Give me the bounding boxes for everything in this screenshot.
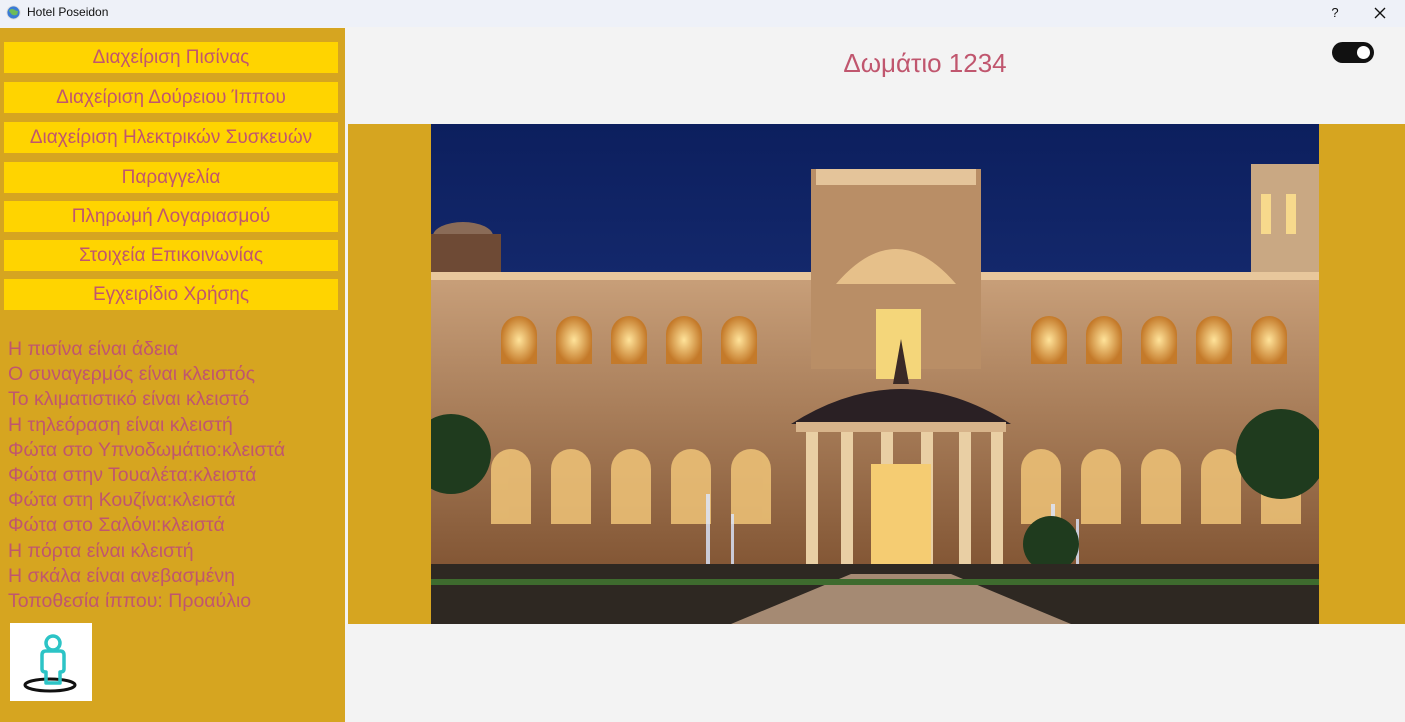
sidebar: Διαχείριση Πισίνας Διαχείριση Δούρειου Ί… <box>0 28 345 722</box>
hotel-palace-night-photo <box>431 124 1319 624</box>
status-list: Η πισίνα είναι άδεια Ο συναγερμός είναι … <box>8 337 338 614</box>
window-title: Hotel Poseidon <box>27 5 109 19</box>
trojan-horse-management-button[interactable]: Διαχείριση Δούρειου Ίππου <box>4 82 338 113</box>
title-bar: Hotel Poseidon ? <box>0 0 1405 27</box>
close-icon[interactable] <box>1365 0 1395 27</box>
status-bedroom-lights: Φώτα στο Υπνοδωμάτιο:κλειστά <box>8 438 286 461</box>
toggle-switch[interactable] <box>1332 42 1374 63</box>
status-toilet-lights: Φώτα στην Τουαλέτα:κλειστά <box>8 463 257 486</box>
toggle-knob <box>1357 46 1370 59</box>
hero-band <box>348 124 1405 624</box>
status-ac: Το κλιματιστικό είναι κλειστό <box>8 388 250 411</box>
app-globe-icon <box>6 5 21 20</box>
order-button[interactable]: Παραγγελία <box>4 162 338 193</box>
main-panel: Δωμάτιο 1234 <box>345 28 1405 722</box>
status-ladder: Η σκάλα είναι ανεβασμένη <box>8 564 236 587</box>
status-pool: Η πισίνα είναι άδεια <box>8 338 179 360</box>
user-manual-button[interactable]: Εγχειρίδιο Χρήσης <box>4 279 338 310</box>
status-door: Η πόρτα είναι κλειστή <box>8 539 194 562</box>
status-horse-location: Τοποθεσία ίππου: Προαύλιο <box>8 589 252 612</box>
user-location-tile[interactable] <box>10 623 92 701</box>
person-location-icon <box>23 634 77 693</box>
bill-payment-button[interactable]: Πληρωμή Λογαριασμού <box>4 201 338 232</box>
status-kitchen-lights: Φώτα στη Κουζίνα:κλειστά <box>8 489 236 512</box>
room-title: Δωμάτιο 1234 <box>843 48 1007 78</box>
status-tv: Η τηλεόραση είναι κλειστή <box>8 413 233 436</box>
contact-info-button[interactable]: Στοιχεία Επικοινωνίας <box>4 240 338 271</box>
help-button[interactable]: ? <box>1322 0 1348 27</box>
status-livingroom-lights: Φώτα στο Σαλόνι:κλειστά <box>8 514 225 537</box>
appliances-management-button[interactable]: Διαχείριση Ηλεκτρικών Συσκευών <box>4 122 338 153</box>
status-alarm: Ο συναγερμός είναι κλειστός <box>8 363 256 386</box>
pool-management-button[interactable]: Διαχείριση Πισίνας <box>4 42 338 73</box>
